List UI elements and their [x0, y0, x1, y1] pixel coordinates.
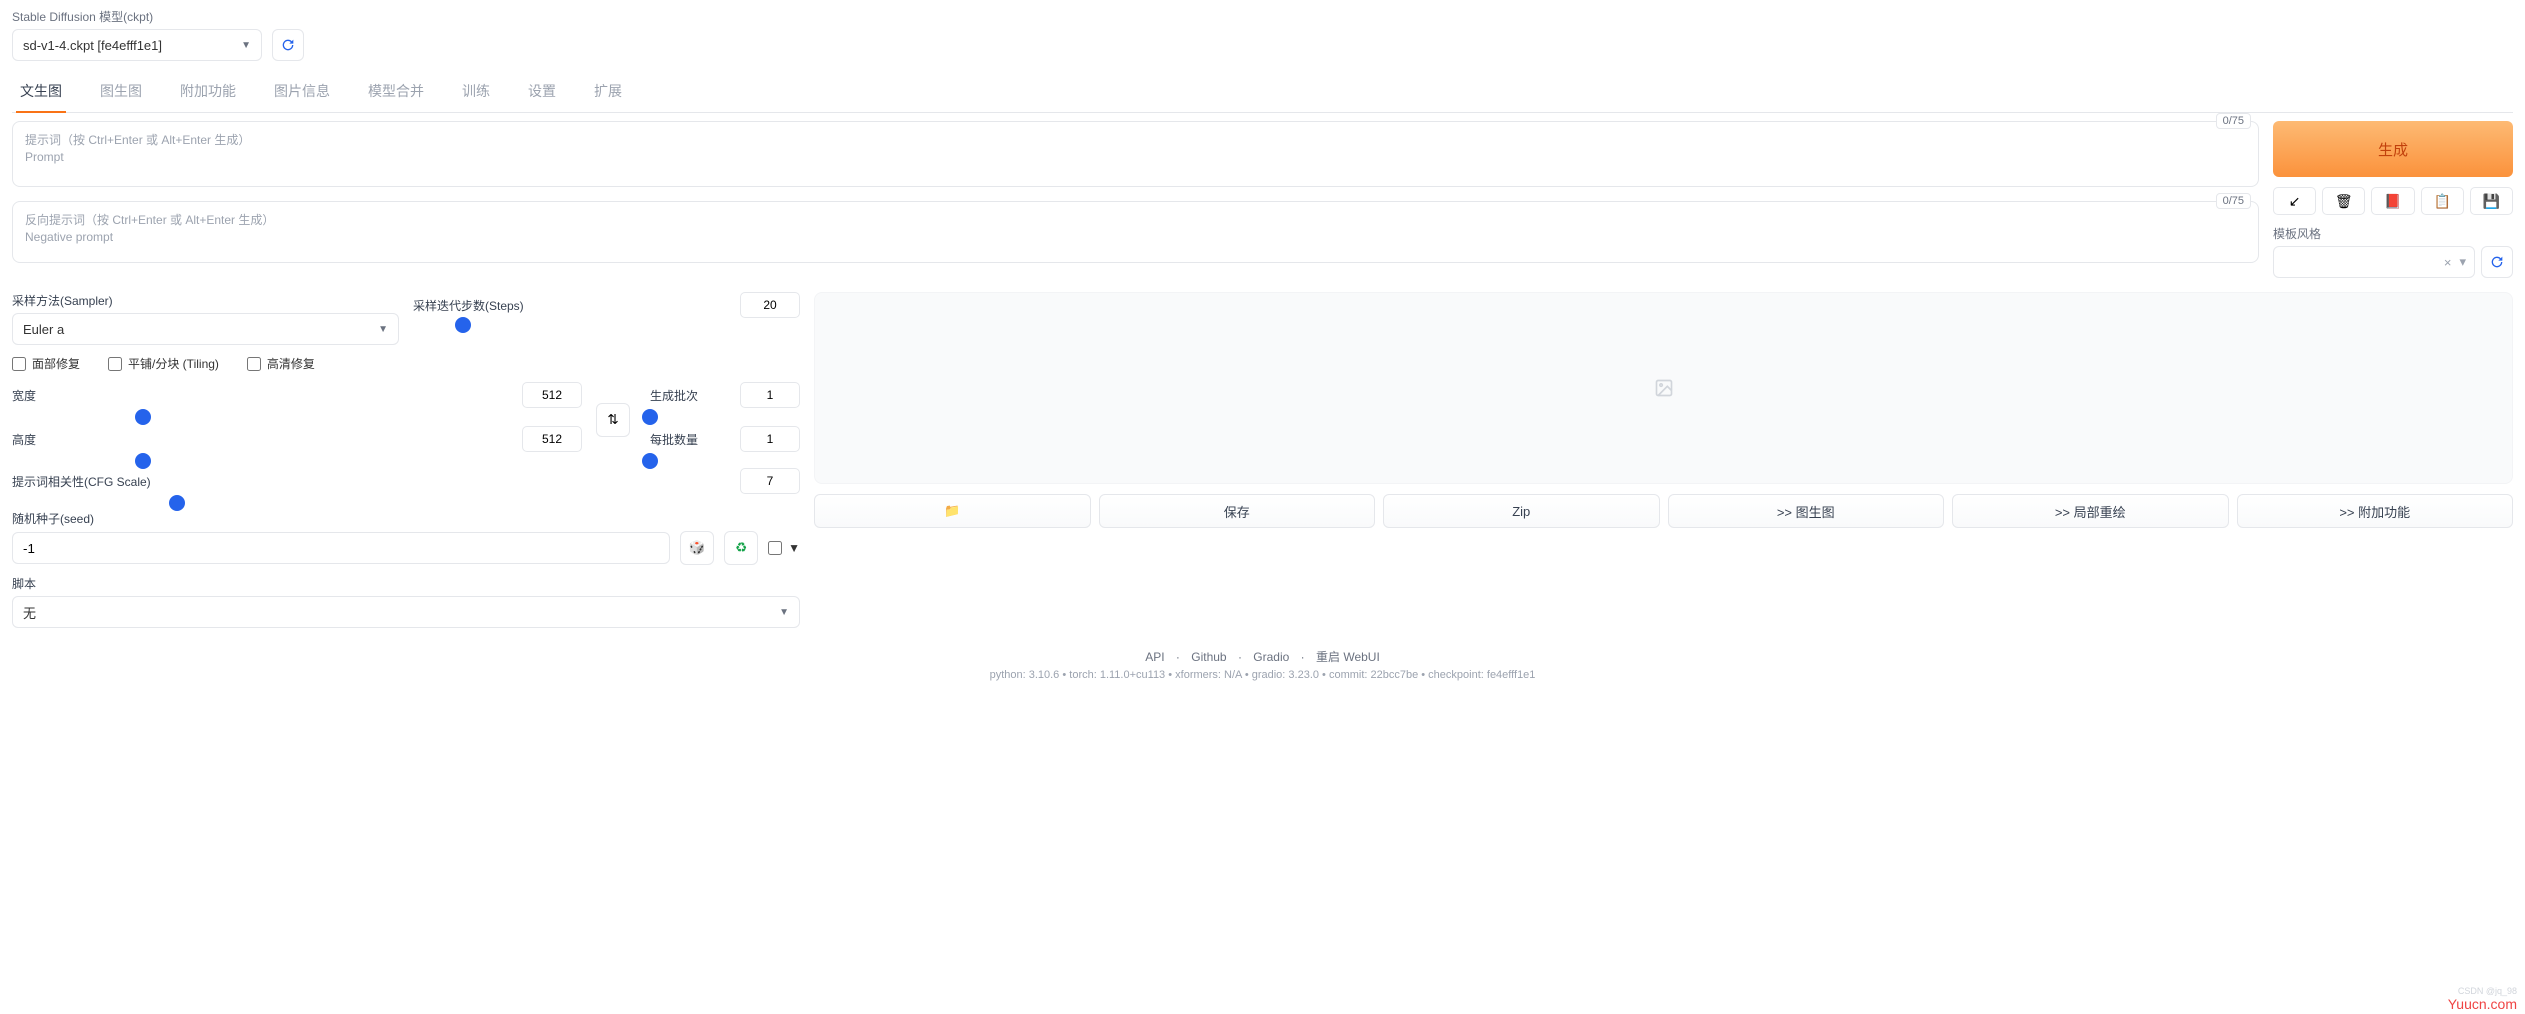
- width-label: 宽度: [12, 387, 36, 404]
- script-label: 脚本: [12, 575, 800, 592]
- save-icon: 💾: [2483, 193, 2500, 210]
- recycle-icon: ♻: [735, 540, 747, 556]
- generate-button[interactable]: 生成: [2273, 121, 2513, 177]
- footer: API · Github · Gradio · 重启 WebUI python:…: [12, 648, 2513, 681]
- footer-link-gradio[interactable]: Gradio: [1253, 650, 1289, 664]
- style-select[interactable]: × ▾: [2273, 246, 2475, 278]
- height-input[interactable]: [522, 426, 582, 452]
- cfg-input[interactable]: [740, 468, 800, 494]
- tab-train[interactable]: 训练: [458, 73, 494, 113]
- save-style-button[interactable]: 💾: [2470, 187, 2513, 215]
- tab-img2img[interactable]: 图生图: [96, 73, 146, 113]
- seed-label: 随机种子(seed): [12, 510, 800, 527]
- model-value: sd-v1-4.ckpt [fe4efff1e1]: [23, 38, 162, 53]
- hires-checkbox[interactable]: 高清修复: [247, 355, 315, 372]
- tab-txt2img[interactable]: 文生图: [16, 73, 66, 113]
- neg-prompt-input[interactable]: 反向提示词（按 Ctrl+Enter 或 Alt+Enter 生成） Negat…: [12, 201, 2259, 263]
- height-label: 高度: [12, 431, 36, 448]
- zip-button[interactable]: Zip: [1383, 494, 1660, 528]
- reuse-seed-button[interactable]: ♻: [724, 531, 758, 565]
- paste-button[interactable]: 📋: [2421, 187, 2464, 215]
- clear-prompt-button[interactable]: 🗑: [2322, 187, 2365, 215]
- batch-count-label: 生成批次: [650, 387, 698, 404]
- seed-extra-checkbox[interactable]: ▼: [768, 541, 800, 555]
- steps-label: 采样迭代步数(Steps): [413, 297, 524, 314]
- tab-settings[interactable]: 设置: [524, 73, 560, 113]
- folder-icon: 📁: [944, 503, 960, 519]
- save-button[interactable]: 保存: [1099, 494, 1376, 528]
- watermark: CSDN @jq_98 Yuucn.com: [2448, 986, 2517, 1012]
- tab-extensions[interactable]: 扩展: [590, 73, 626, 113]
- output-preview: [814, 292, 2513, 484]
- clear-style-icon[interactable]: ×: [2444, 255, 2452, 270]
- send-img2img-button[interactable]: >> 图生图: [1668, 494, 1945, 528]
- trash-icon: 🗑: [2335, 193, 2353, 210]
- sampler-select[interactable]: Euler a ▼: [12, 313, 399, 345]
- width-input[interactable]: [522, 382, 582, 408]
- apply-prompt-button[interactable]: ↙: [2273, 187, 2316, 215]
- footer-link-github[interactable]: Github: [1191, 650, 1226, 664]
- batch-size-label: 每批数量: [650, 431, 698, 448]
- prompt-input[interactable]: 提示词（按 Ctrl+Enter 或 Alt+Enter 生成） Prompt: [12, 121, 2259, 187]
- model-select[interactable]: sd-v1-4.ckpt [fe4efff1e1] ▼: [12, 29, 262, 61]
- footer-link-api[interactable]: API: [1145, 650, 1164, 664]
- open-folder-button[interactable]: 📁: [814, 494, 1091, 528]
- book-icon: 📕: [2384, 193, 2401, 210]
- refresh-style-button[interactable]: [2481, 246, 2513, 278]
- image-icon: [1654, 378, 1674, 398]
- sampler-label: 采样方法(Sampler): [12, 292, 399, 309]
- neg-prompt-counter: 0/75: [2216, 193, 2251, 209]
- cfg-label: 提示词相关性(CFG Scale): [12, 473, 151, 490]
- batch-size-input[interactable]: [740, 426, 800, 452]
- tab-merge[interactable]: 模型合并: [364, 73, 428, 113]
- model-label: Stable Diffusion 模型(ckpt): [12, 8, 262, 25]
- clipboard-icon: 📋: [2433, 193, 2450, 210]
- face-restore-checkbox[interactable]: 面部修复: [12, 355, 80, 372]
- refresh-icon: [2489, 254, 2505, 270]
- batch-count-input[interactable]: [740, 382, 800, 408]
- tiling-checkbox[interactable]: 平铺/分块 (Tiling): [108, 355, 219, 372]
- send-extras-button[interactable]: >> 附加功能: [2237, 494, 2514, 528]
- prompt-counter: 0/75: [2216, 113, 2251, 129]
- chevron-down-icon: ▼: [378, 324, 388, 335]
- styles-button[interactable]: 📕: [2371, 187, 2414, 215]
- seed-input[interactable]: [12, 532, 670, 564]
- tab-extras[interactable]: 附加功能: [176, 73, 240, 113]
- arrow-icon: ↙: [2289, 193, 2301, 210]
- send-inpaint-button[interactable]: >> 局部重绘: [1952, 494, 2229, 528]
- tab-pnginfo[interactable]: 图片信息: [270, 73, 334, 113]
- chevron-down-icon: ▼: [241, 40, 251, 51]
- footer-info: python: 3.10.6 • torch: 1.11.0+cu113 • x…: [12, 669, 2513, 681]
- refresh-icon: [280, 37, 296, 53]
- chevron-down-icon: ▼: [779, 607, 789, 618]
- chevron-down-icon: ▾: [2459, 254, 2466, 270]
- swap-dims-button[interactable]: ⇅: [596, 403, 630, 437]
- main-tabs: 文生图 图生图 附加功能 图片信息 模型合并 训练 设置 扩展: [12, 73, 2513, 113]
- footer-link-restart[interactable]: 重启 WebUI: [1316, 650, 1380, 664]
- random-seed-button[interactable]: 🎲: [680, 531, 714, 565]
- refresh-model-button[interactable]: [272, 29, 304, 61]
- style-label: 模板风格: [2273, 225, 2513, 242]
- swap-icon: ⇅: [607, 412, 618, 428]
- script-select[interactable]: 无 ▼: [12, 596, 800, 628]
- dice-icon: 🎲: [689, 540, 706, 556]
- steps-input[interactable]: [740, 292, 800, 318]
